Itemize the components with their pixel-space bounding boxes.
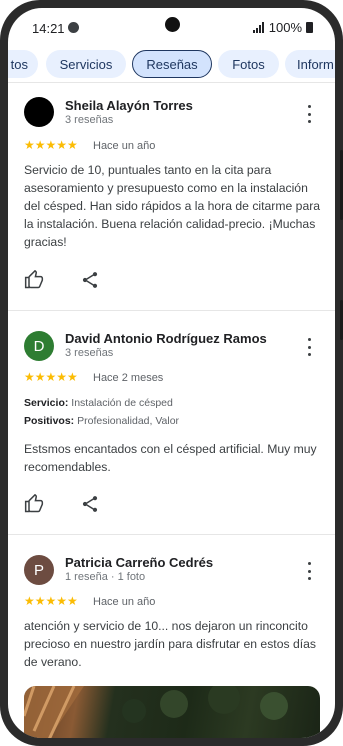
share-icon[interactable] [80,494,100,514]
review-date: Hace un año [93,140,156,152]
tabs-divider [8,82,335,83]
tab-servicios[interactable]: Servicios [46,50,126,78]
battery-icon [306,22,313,33]
review-date: Hace 2 meses [93,372,164,384]
review-text: Servicio de 10, puntuales tanto en la ci… [24,163,321,249]
share-icon[interactable] [80,270,100,290]
status-bar: 14:21 100% [8,8,335,46]
avatar[interactable]: P [24,555,54,585]
signal-icon [252,22,264,33]
avatar[interactable]: D [24,331,54,361]
review-text: atención y servicio de 10... nos dejaron… [24,619,316,669]
front-camera [165,17,180,32]
thumb-up-icon[interactable] [24,270,44,290]
battery-percent: 100% [268,20,302,35]
reviewer-name[interactable]: Sheila Alayón Torres [65,98,193,113]
thumb-up-icon[interactable] [24,494,44,514]
review-photo[interactable] [24,686,320,738]
star-rating: ★★★★★ [24,370,78,384]
service-detail: Servicio: Instalación de césped [24,397,173,409]
more-vert-icon[interactable] [303,562,315,580]
status-time: 14:21 [32,21,65,36]
reviewer-meta: 1 reseña · 1 foto [65,571,146,583]
review-date: Hace un año [93,596,156,608]
reviewer-name[interactable]: David Antonio Rodríguez Ramos [65,331,267,346]
status-right: 100% [252,20,313,35]
tab-fotos[interactable]: Fotos [218,50,279,78]
star-rating: ★★★★★ [24,594,78,608]
avatar[interactable] [24,97,54,127]
section-tabs: tos Servicios Reseñas Fotos Inform [8,48,335,82]
reviewer-name[interactable]: Patricia Carreño Cedrés [65,555,213,570]
more-vert-icon[interactable] [303,338,315,356]
tab-overview[interactable]: tos [8,50,38,78]
garden-photo [24,686,288,738]
review-divider [8,310,335,311]
positive-detail: Positivos: Profesionalidad, Valor [24,415,180,427]
tab-informacion[interactable]: Inform [285,50,335,78]
review-text: Estsmos encantados con el césped artific… [24,442,317,474]
reviewer-meta: 3 reseñas [65,347,114,359]
reviewer-meta: 3 reseñas [65,114,114,126]
screen: 14:21 100% tos Servicios Reseñas Fotos I… [8,8,335,738]
review-divider [8,534,335,535]
spotify-icon [68,22,79,33]
more-vert-icon[interactable] [303,105,315,123]
star-rating: ★★★★★ [24,138,78,152]
phone-frame: 14:21 100% tos Servicios Reseñas Fotos I… [0,0,343,746]
tab-resenas[interactable]: Reseñas [132,50,212,78]
